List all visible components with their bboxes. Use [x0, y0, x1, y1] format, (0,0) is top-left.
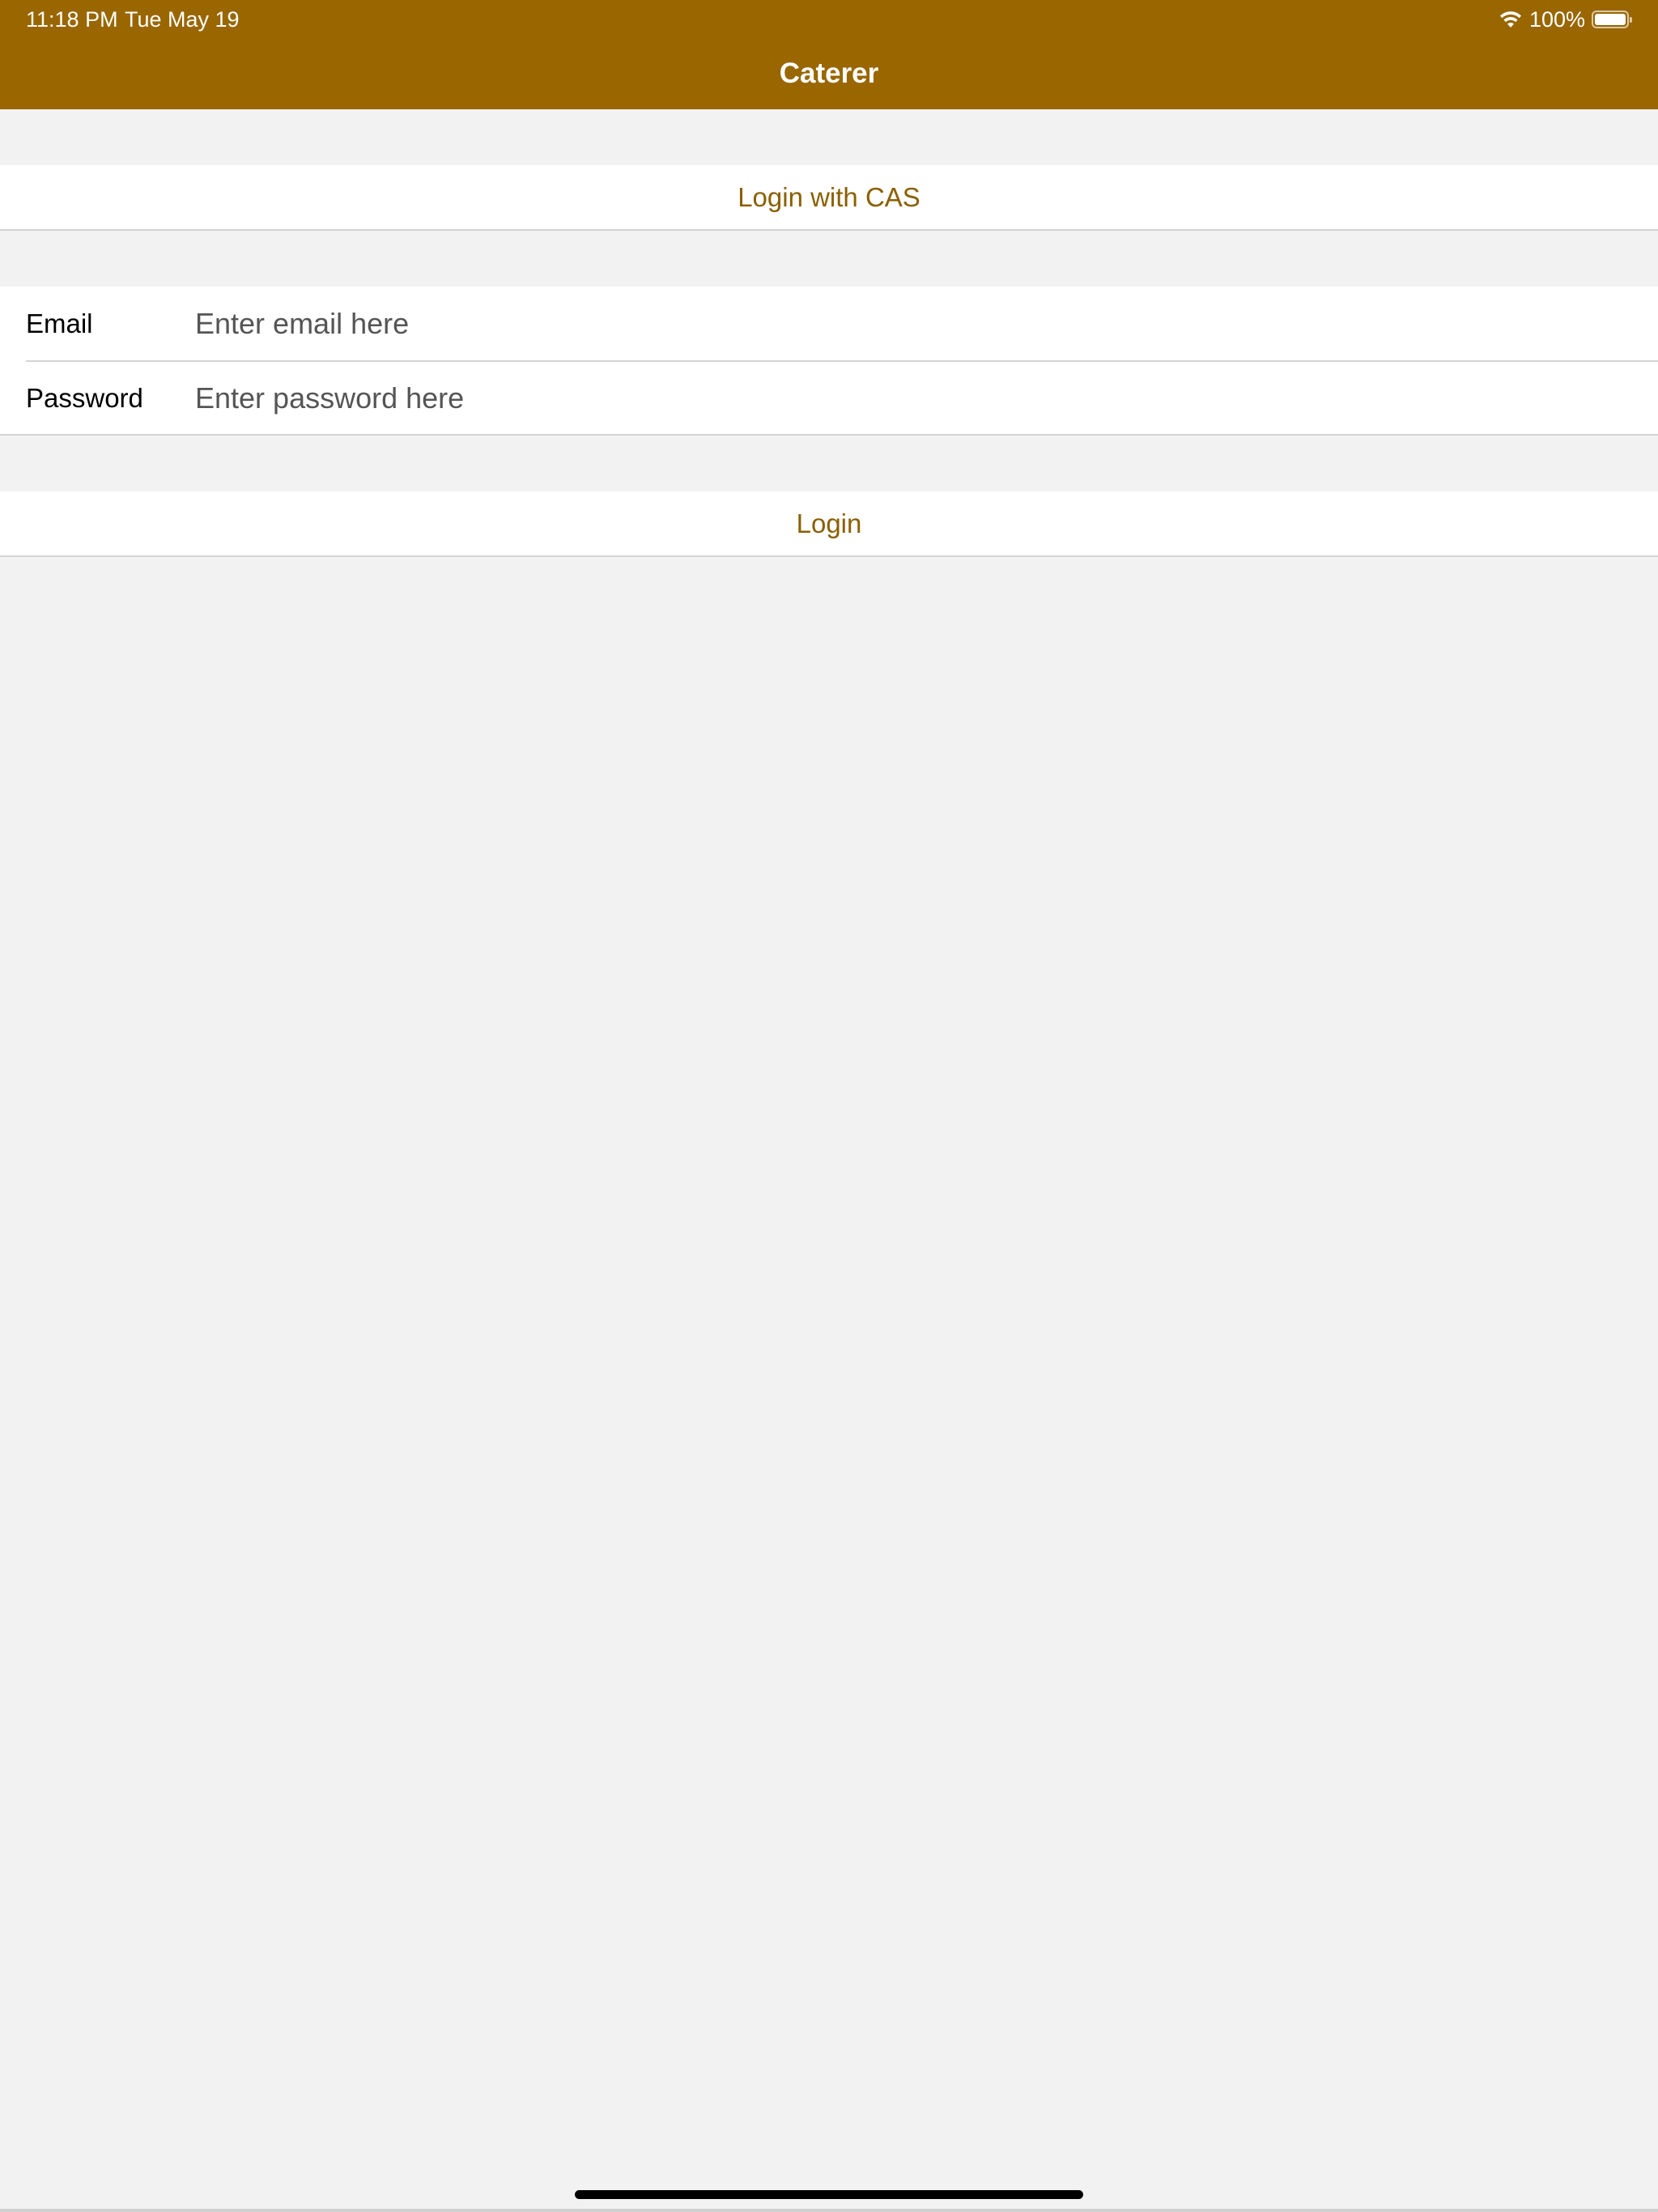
email-row: Email [0, 287, 1658, 361]
credentials-form: Email Password [0, 287, 1658, 436]
home-indicator[interactable] [575, 2190, 1083, 2199]
password-row: Password [0, 361, 1658, 436]
navigation-header: 11:18 PM Tue May 19 100% Caterer [0, 0, 1658, 109]
status-time: 11:18 PM [26, 7, 118, 32]
bottom-divider [0, 2209, 1658, 2212]
battery-percentage: 100% [1528, 7, 1585, 32]
login-section: Login [0, 491, 1658, 557]
email-label: Email [26, 308, 93, 338]
page-title: Caterer [779, 57, 879, 89]
status-indicators: 100% [1499, 5, 1632, 34]
password-field[interactable] [195, 374, 1658, 423]
battery-icon [1592, 11, 1632, 28]
login-button[interactable]: Login [0, 491, 1658, 555]
password-label: Password [26, 383, 143, 413]
wifi-icon [1499, 10, 1523, 29]
email-field[interactable] [195, 300, 1658, 348]
status-date: Tue May 19 [125, 7, 240, 32]
cas-login-section: Login with CAS [0, 165, 1658, 231]
login-with-cas-button[interactable]: Login with CAS [0, 165, 1658, 229]
